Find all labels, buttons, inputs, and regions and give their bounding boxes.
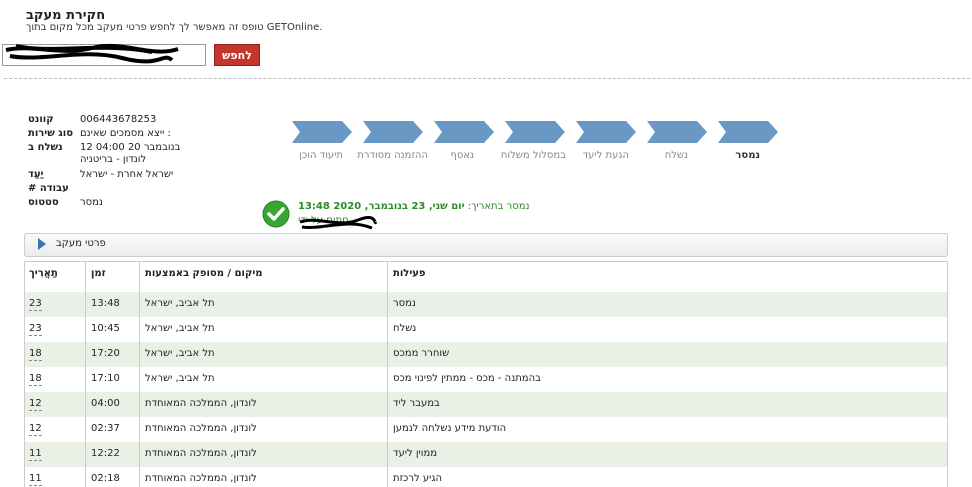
- table-row: 23 13:48 תל אביב, ישראל נמסר: [25, 292, 947, 317]
- step-label: נאסף: [450, 150, 474, 161]
- cell-time: 13:48: [91, 298, 120, 309]
- info-label: סטטוס: [28, 197, 59, 208]
- cell-location: תל אביב, ישראל: [145, 373, 215, 384]
- delivered-prefix: נמסר בתאריך:: [467, 201, 530, 212]
- cell-time: 02:18: [91, 473, 120, 484]
- step-label: נשלח: [664, 150, 688, 161]
- step-arrow: [292, 121, 352, 143]
- table-row: 18 17:10 תל אביב, ישראל בהמתנה - מכס - ממתי…: [25, 367, 947, 392]
- cell-date: 18: [29, 373, 42, 386]
- info-label: קוונט: [28, 114, 54, 125]
- table-row: 11 12:22 לונדון, הממלכה המאוחדת ממוין ליעד: [25, 442, 947, 467]
- redacted-scribble: [299, 216, 378, 230]
- step-label: במסלול משלוח: [500, 150, 566, 161]
- delivered-status: נמסר בתאריך: יום שני, 23 בנובמבר, 2020 1…: [298, 201, 530, 212]
- info-label: נשלח ב: [28, 142, 63, 153]
- table-row: 12 04:00 לונדון, הממלכה המאוחדת במעבר ליד: [25, 392, 947, 417]
- info-label: סוג שירות: [28, 128, 73, 139]
- cell-date: 11: [29, 448, 42, 461]
- table-row: 12 02:37 לונדון, הממלכה המאוחדת הודעת מידע …: [25, 417, 947, 442]
- cell-location: לונדון, הממלכה המאוחדת: [145, 423, 257, 434]
- table-header: תַאֲרִיך זמן מיקום / מסופק באמצעות פעילו…: [25, 262, 947, 293]
- step-arrow: [576, 121, 636, 143]
- cell-date: 11: [29, 473, 42, 486]
- header-location: מיקום / מסופק באמצעות: [145, 268, 263, 279]
- header-time: זמן: [91, 268, 106, 279]
- cell-time: 12:22: [91, 448, 120, 459]
- cell-time: 17:10: [91, 373, 120, 384]
- page-subtitle: טופס זה מאפשר לך לחפש פרטי מעקב מכל מקום…: [26, 22, 323, 33]
- search-button[interactable]: לחפש: [214, 44, 260, 66]
- step-label: תיעוד הוכן: [299, 150, 343, 161]
- info-label: # עבודה: [28, 183, 69, 194]
- step-arrow: [434, 121, 494, 143]
- info-value: בנובמבר 20 04:00 12: [80, 142, 181, 153]
- cell-location: תל אביב, ישראל: [145, 298, 215, 309]
- info-value: ייצא מסמכים שאינם :: [80, 128, 171, 139]
- cell-date: 23: [29, 298, 42, 311]
- table-row: 23 10:45 תל אביב, ישראל נשלח: [25, 317, 947, 342]
- header-activity: פעילות: [393, 268, 426, 279]
- info-value: נמסר: [80, 197, 103, 208]
- play-icon[interactable]: [38, 238, 46, 250]
- tracking-details-bar[interactable]: [24, 233, 948, 257]
- cell-activity: בהמתנה - מכס - ממתין לפינוי מכס: [393, 373, 541, 384]
- column-divider: [387, 262, 388, 487]
- step-arrow: [505, 121, 565, 143]
- cell-location: תל אביב, ישראל: [145, 323, 215, 334]
- step-arrow: [363, 121, 423, 143]
- divider: [4, 78, 970, 79]
- delivered-date: יום שני, 23 בנובמבר, 2020 13:48: [298, 201, 465, 212]
- cell-time: 04:00: [91, 398, 120, 409]
- cell-activity: הגיע לרכזת: [393, 473, 442, 484]
- header-date: תַאֲרִיך: [29, 268, 58, 279]
- cell-date: 12: [29, 423, 42, 436]
- cell-activity: נמסר: [393, 298, 416, 309]
- table-row: 18 17:20 תל אביב, ישראל שוחרר ממכס: [25, 342, 947, 367]
- cell-date: 23: [29, 323, 42, 336]
- step-arrow: [718, 121, 778, 143]
- info-label: יַעַד: [28, 169, 44, 180]
- cell-location: לונדון, הממלכה המאוחדת: [145, 448, 257, 459]
- cell-activity: במעבר ליד: [393, 398, 440, 409]
- info-value: ישראל אחרת - ישראל: [80, 169, 174, 180]
- cell-date: 12: [29, 398, 42, 411]
- check-icon: [262, 200, 290, 228]
- column-divider: [85, 262, 86, 487]
- cell-time: 10:45: [91, 323, 120, 334]
- redacted-scribble: [5, 43, 179, 64]
- column-divider: [139, 262, 140, 487]
- info-value: לונדון - בריטניה: [80, 154, 147, 165]
- cell-time: 02:37: [91, 423, 120, 434]
- cell-activity: ממוין ליעד: [393, 448, 438, 459]
- tracking-details-label: פרטי מעקב: [56, 238, 106, 249]
- cell-date: 18: [29, 348, 42, 361]
- step-arrow: [647, 121, 707, 143]
- cell-activity: הודעת מידע נשלחה לנמען: [393, 423, 507, 434]
- tracking-table: תַאֲרִיך זמן מיקום / מסופק באמצעות פעילו…: [24, 261, 948, 487]
- cell-activity: נשלח: [393, 323, 417, 334]
- cell-location: לונדון, הממלכה המאוחדת: [145, 473, 257, 484]
- cell-location: לונדון, הממלכה המאוחדת: [145, 398, 257, 409]
- cell-time: 17:20: [91, 348, 120, 359]
- cell-activity: שוחרר ממכס: [393, 348, 450, 359]
- info-value: 006443678253: [80, 114, 157, 125]
- page-title: חקירת מעקב: [26, 8, 106, 23]
- step-label: ההזמנה מסודרת: [357, 150, 428, 161]
- cell-location: תל אביב, ישראל: [145, 348, 215, 359]
- step-label: הגעת ליעד: [582, 150, 629, 161]
- step-label: נמסר: [735, 150, 760, 161]
- table-row: 11 02:18 לונדון, הממלכה המאוחדת הגיע לרכזת: [25, 467, 947, 487]
